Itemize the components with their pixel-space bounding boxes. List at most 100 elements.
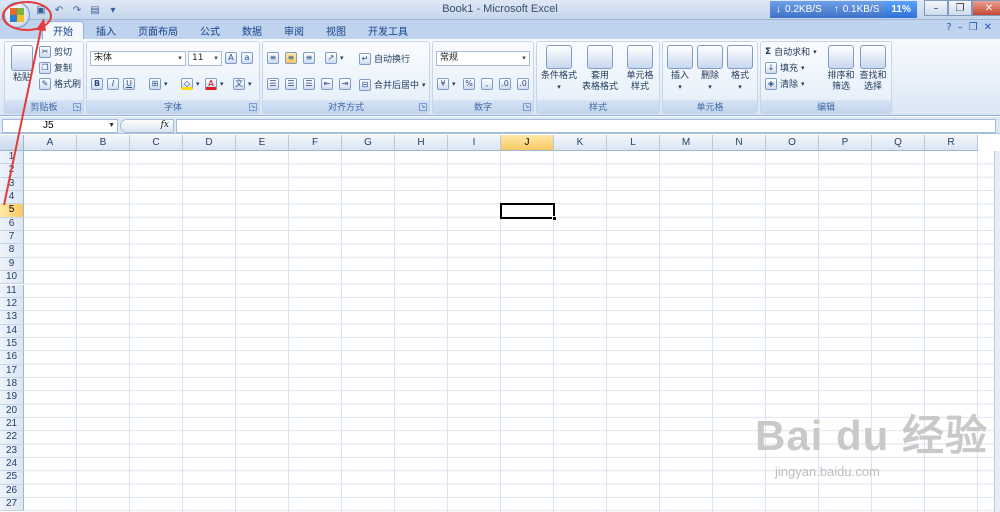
sort-filter-button[interactable]: 排序和 筛选 — [825, 45, 857, 93]
alignment-launcher-icon[interactable]: ↘ — [419, 103, 427, 111]
align-middle-button[interactable]: ≡ — [285, 52, 297, 64]
active-cell[interactable] — [500, 203, 557, 221]
tab-data[interactable]: 数据 — [232, 21, 272, 39]
minimize-button[interactable]: – — [924, 0, 948, 16]
accounting-format-button[interactable]: ¥ ▾ — [437, 78, 456, 90]
conditional-formatting-button[interactable]: 条件格式 ▾ — [539, 45, 579, 93]
align-bottom-button[interactable]: ≡ — [303, 52, 315, 64]
tab-developer[interactable]: 开发工具 — [358, 21, 418, 39]
borders-button[interactable]: ⊞ ▾ — [149, 78, 168, 90]
cell-styles-button[interactable]: 单元格 样式 — [621, 45, 659, 93]
percent-style-button[interactable]: % — [463, 78, 475, 90]
row-header[interactable]: 26 — [0, 484, 24, 499]
column-header[interactable]: G — [342, 135, 395, 151]
increase-indent-button[interactable]: ⇥ — [339, 78, 351, 90]
bold-button[interactable]: B — [91, 78, 103, 90]
italic-button[interactable]: I — [107, 78, 119, 90]
formula-input[interactable] — [176, 119, 996, 133]
row-header[interactable]: 19 — [0, 391, 24, 405]
tab-formulas[interactable]: 公式 — [190, 21, 230, 39]
row-header[interactable]: 9 — [0, 257, 24, 272]
row-header[interactable]: 24 — [0, 458, 24, 472]
column-header[interactable]: R — [925, 135, 978, 151]
increase-decimal-button[interactable]: .0 — [499, 78, 511, 90]
fill-handle[interactable] — [552, 215, 557, 221]
column-header[interactable]: K — [554, 135, 607, 151]
font-size-select[interactable]: 11 ▾ — [188, 51, 222, 66]
align-left-button[interactable]: ☰ — [267, 78, 279, 90]
column-header[interactable]: J — [501, 135, 554, 151]
column-header[interactable]: L — [607, 135, 660, 151]
ribbon-restore-icon[interactable]: ❐ — [969, 22, 978, 33]
help-icon[interactable]: ? — [946, 22, 951, 33]
row-header[interactable]: 6 — [0, 217, 24, 232]
comma-style-button[interactable]: , — [481, 78, 493, 90]
tab-review[interactable]: 审阅 — [274, 21, 314, 39]
close-button[interactable]: ✕ — [972, 0, 1000, 16]
delete-cells-button[interactable]: 删除 ▾ — [695, 45, 725, 93]
ribbon-close-icon[interactable]: ✕ — [984, 22, 992, 33]
find-select-button[interactable]: 查找和 选择 — [857, 45, 889, 93]
format-as-table-button[interactable]: 套用 表格格式 — [579, 45, 621, 93]
row-header[interactable]: 12 — [0, 297, 24, 312]
wrap-text-button[interactable]: ↵ 自动换行 — [359, 52, 410, 65]
row-header[interactable]: 14 — [0, 324, 24, 338]
column-header[interactable]: F — [289, 135, 342, 151]
decrease-decimal-button[interactable]: .0 — [517, 78, 529, 90]
row-header[interactable]: 20 — [0, 404, 24, 418]
clear-button[interactable]: ◈ 清除 ▾ — [765, 77, 805, 90]
row-header[interactable]: 21 — [0, 418, 24, 432]
row-header[interactable]: 13 — [0, 311, 24, 325]
insert-cells-button[interactable]: 插入 ▾ — [665, 45, 695, 93]
column-header[interactable]: M — [660, 135, 713, 151]
align-top-button[interactable]: ≡ — [267, 52, 279, 64]
align-center-button[interactable]: ☰ — [285, 78, 297, 90]
fill-button[interactable]: ↓ 填充 ▾ — [765, 61, 805, 74]
column-header[interactable]: B — [77, 135, 130, 151]
grow-font-button[interactable]: A — [225, 52, 237, 64]
font-family-select[interactable]: 宋体 ▾ — [90, 51, 186, 66]
clipboard-launcher-icon[interactable]: ↘ — [73, 103, 81, 111]
column-header[interactable]: I — [448, 135, 501, 151]
format-cells-button[interactable]: 格式 ▾ — [725, 45, 755, 93]
ribbon-minimize-icon[interactable]: – — [958, 22, 963, 33]
tab-insert[interactable]: 插入 — [86, 21, 126, 39]
tab-page-layout[interactable]: 页面布局 — [128, 21, 188, 39]
font-launcher-icon[interactable]: ↘ — [249, 103, 257, 111]
number-format-select[interactable]: 常规 ▾ — [436, 51, 530, 66]
column-header[interactable]: O — [766, 135, 819, 151]
column-header[interactable]: Q — [872, 135, 925, 151]
column-header[interactable]: C — [130, 135, 183, 151]
row-header[interactable]: 22 — [0, 431, 24, 445]
underline-button[interactable]: U — [123, 78, 135, 90]
phonetic-button[interactable]: 文 ▾ — [233, 78, 252, 90]
merge-center-button[interactable]: ⊟ 合并后居中 ▾ — [359, 78, 426, 91]
restore-button[interactable]: ❐ — [948, 0, 972, 16]
row-header[interactable]: 15 — [0, 337, 24, 352]
row-header[interactable]: 18 — [0, 377, 24, 392]
insert-function-button[interactable]: fx — [161, 120, 169, 130]
autosum-button[interactable]: Σ 自动求和 ▾ — [765, 45, 817, 59]
shrink-font-button[interactable]: a — [241, 52, 253, 64]
decrease-indent-button[interactable]: ⇤ — [321, 78, 333, 90]
row-header[interactable]: 7 — [0, 231, 24, 245]
row-header[interactable]: 11 — [0, 284, 24, 298]
number-launcher-icon[interactable]: ↘ — [523, 103, 531, 111]
tab-view[interactable]: 视图 — [316, 21, 356, 39]
row-header[interactable]: 10 — [0, 271, 24, 285]
row-header[interactable]: 23 — [0, 444, 24, 459]
orientation-button[interactable]: ↗ ▾ — [325, 52, 344, 64]
column-header[interactable]: N — [713, 135, 766, 151]
align-right-button[interactable]: ☰ — [303, 78, 315, 90]
column-header[interactable]: H — [395, 135, 448, 151]
row-header[interactable]: 27 — [0, 498, 24, 512]
row-header[interactable]: 25 — [0, 471, 24, 485]
column-header[interactable]: E — [236, 135, 289, 151]
column-header[interactable]: P — [819, 135, 872, 151]
font-color-button[interactable]: A ▾ — [205, 78, 224, 90]
column-header[interactable]: D — [183, 135, 236, 151]
row-header[interactable]: 8 — [0, 244, 24, 258]
row-header[interactable]: 17 — [0, 364, 24, 378]
fill-color-button[interactable]: ◇ ▾ — [181, 78, 200, 90]
row-header[interactable]: 16 — [0, 351, 24, 365]
